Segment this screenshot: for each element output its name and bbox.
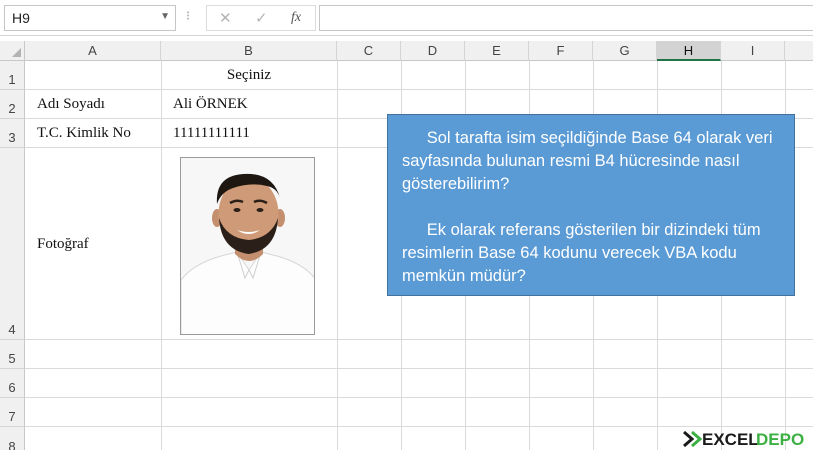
- row-header-6[interactable]: 6: [0, 369, 25, 398]
- row-number: 1: [8, 72, 16, 87]
- column-header-f[interactable]: F: [529, 41, 593, 61]
- row-number: 7: [8, 409, 16, 424]
- row-header-4[interactable]: 4: [0, 148, 25, 340]
- select-all-corner[interactable]: [0, 41, 25, 61]
- select-all-icon: [12, 48, 21, 57]
- row-number: 6: [8, 380, 16, 395]
- column-header-d[interactable]: D: [401, 41, 465, 61]
- gridline: [337, 61, 338, 450]
- cell-a2[interactable]: Adı Soyadı: [37, 96, 105, 113]
- person-photo-drawing: [181, 158, 314, 334]
- formula-bar-separator: ⁝: [186, 8, 191, 23]
- name-box-value: H9: [12, 10, 30, 26]
- gridline: [25, 89, 813, 90]
- cell-a3[interactable]: T.C. Kimlik No: [37, 125, 131, 142]
- cell-b3[interactable]: 11111111111: [173, 125, 250, 142]
- gridline: [25, 339, 813, 340]
- gridline: [161, 61, 162, 450]
- row-header-2[interactable]: 2: [0, 90, 25, 119]
- formula-input[interactable]: [319, 5, 813, 31]
- row-number: 3: [8, 130, 16, 145]
- gridline: [25, 397, 813, 398]
- excel-depo-logo: EXCEL DEPO: [683, 430, 804, 449]
- formula-bar: H9 ▼ ⁝ ✕ ✓ fx: [0, 0, 813, 36]
- cell-a4[interactable]: Fotoğraf: [37, 236, 89, 253]
- row-number: 5: [8, 351, 16, 366]
- column-header-i[interactable]: I: [721, 41, 785, 61]
- row-number: 8: [8, 439, 16, 450]
- formula-buttons: ✕ ✓ fx: [206, 5, 316, 31]
- column-header-b[interactable]: B: [161, 41, 337, 61]
- name-box[interactable]: H9 ▼: [4, 5, 176, 31]
- column-header-partial[interactable]: [785, 41, 813, 61]
- column-header-a[interactable]: A: [25, 41, 161, 61]
- row-header-1[interactable]: 1: [0, 61, 25, 90]
- row-header-3[interactable]: 3: [0, 119, 25, 148]
- row-number: 4: [8, 322, 16, 337]
- logo-text-depo: DEPO: [756, 430, 804, 449]
- cell-b1[interactable]: Seçiniz: [161, 67, 337, 84]
- column-header-e[interactable]: E: [465, 41, 529, 61]
- logo-text-excel: EXCEL: [702, 430, 759, 449]
- row-header-5[interactable]: 5: [0, 340, 25, 369]
- row-header-8[interactable]: 8: [0, 427, 25, 450]
- question-callout-box[interactable]: Sol tarafta isim seçildiğinde Base 64 ol…: [387, 114, 795, 296]
- cell-b2[interactable]: Ali ÖRNEK: [173, 96, 248, 113]
- check-icon[interactable]: ✓: [255, 9, 268, 27]
- column-header-h[interactable]: H: [657, 41, 721, 61]
- excel-depo-watermark: EXCEL DEPO: [682, 426, 813, 450]
- chevron-down-icon[interactable]: ▼: [160, 11, 170, 22]
- callout-paragraph-1-text: Sol tarafta isim seçildiğinde Base 64 ol…: [402, 129, 773, 193]
- callout-paragraph-2-text: Ek olarak referans gösterilen bir dizind…: [402, 221, 761, 285]
- callout-paragraph-1: Sol tarafta isim seçildiğinde Base 64 ol…: [402, 127, 784, 196]
- gridline: [25, 368, 813, 369]
- row-number: 2: [8, 101, 16, 116]
- callout-paragraph-2: Ek olarak referans gösterilen bir dizind…: [402, 219, 784, 288]
- close-icon[interactable]: ✕: [219, 9, 232, 27]
- column-header-c[interactable]: C: [337, 41, 401, 61]
- person-photo[interactable]: [180, 157, 315, 335]
- row-header-7[interactable]: 7: [0, 398, 25, 427]
- function-icon[interactable]: fx: [291, 10, 301, 26]
- column-header-g[interactable]: G: [593, 41, 657, 61]
